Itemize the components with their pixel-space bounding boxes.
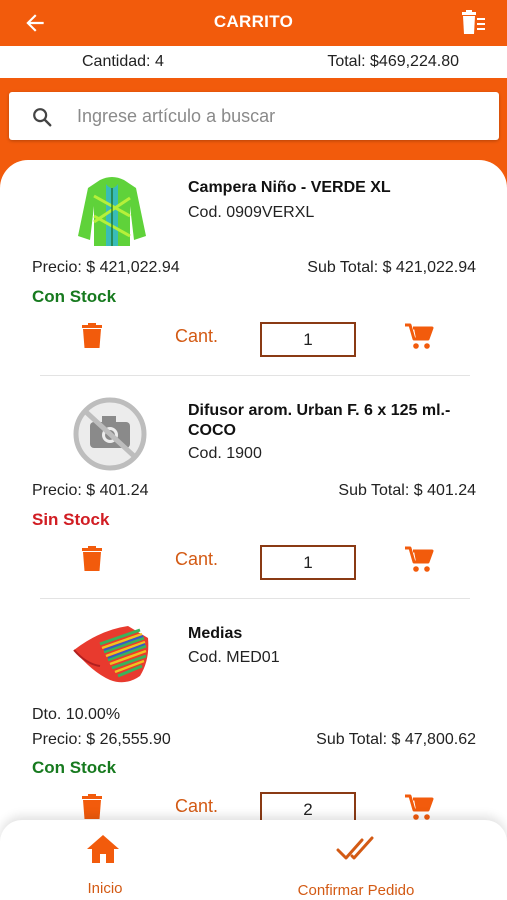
no-image-icon — [73, 397, 147, 471]
cart-summary: Cantidad: 4 Total: $469,224.80 — [0, 46, 507, 78]
quantity-input[interactable]: 1 — [260, 322, 356, 357]
product-code: Cod. MED01 — [188, 649, 280, 666]
cart-icon[interactable] — [404, 794, 434, 820]
product-name: Difusor arom. Urban F. 6 x 125 ml.- COCO — [188, 402, 451, 439]
cart-icon[interactable] — [404, 546, 434, 574]
delete-item-icon[interactable] — [80, 794, 104, 820]
quantity-label: Cant. — [175, 549, 219, 569]
quantity-input[interactable]: 1 — [260, 545, 356, 580]
double-check-icon — [336, 836, 374, 860]
bottom-nav: Inicio Confirmar Pedido — [0, 820, 507, 900]
clear-cart-icon[interactable] — [459, 10, 487, 36]
quantity-label: Cant. — [175, 796, 219, 816]
search-icon — [33, 108, 52, 127]
product-price: Precio: $ 421,022.94 — [32, 259, 180, 276]
product-image — [78, 177, 146, 246]
product-subtotal: Sub Total: $ 421,022.94 — [307, 259, 476, 276]
item-divider — [40, 598, 470, 599]
nav-home-label: Inicio — [87, 880, 123, 897]
quantity-input[interactable]: 2 — [260, 792, 356, 820]
product-code: Cod. 1900 — [188, 445, 262, 462]
delete-item-icon[interactable] — [80, 323, 104, 349]
app-header: CARRITO — [0, 0, 507, 46]
product-code: Cod. 0909VERXL — [188, 204, 315, 221]
stock-status: Sin Stock — [32, 510, 110, 529]
page-title: CARRITO — [213, 12, 294, 31]
nav-confirm-label: Confirmar Pedido — [297, 882, 415, 899]
product-discount: Dto. 10.00% — [32, 706, 121, 723]
stock-status: Con Stock — [32, 287, 117, 306]
home-icon — [87, 835, 119, 863]
nav-home[interactable]: Inicio — [60, 832, 150, 897]
item-divider — [40, 375, 470, 376]
product-price: Precio: $ 401.24 — [32, 482, 149, 499]
nav-confirm-order[interactable]: Confirmar Pedido — [276, 832, 436, 899]
item-count: Cantidad: 4 — [82, 53, 164, 70]
product-name: Medias — [188, 625, 243, 642]
cart-list: Campera Niño - VERDE XL Cod. 0909VERXL P… — [0, 160, 507, 820]
product-subtotal: Sub Total: $ 47,800.62 — [316, 731, 476, 748]
product-name: Campera Niño - VERDE XL — [188, 179, 391, 196]
search-input[interactable] — [77, 102, 477, 130]
product-image — [73, 626, 149, 683]
delete-item-icon[interactable] — [80, 546, 104, 572]
cart-total: Total: $469,224.80 — [327, 53, 459, 70]
product-subtotal: Sub Total: $ 401.24 — [338, 482, 476, 499]
cart-icon[interactable] — [404, 323, 434, 351]
quantity-label: Cant. — [175, 326, 219, 346]
search-bar — [9, 92, 499, 140]
stock-status: Con Stock — [32, 758, 117, 777]
product-price: Precio: $ 26,555.90 — [32, 731, 171, 748]
